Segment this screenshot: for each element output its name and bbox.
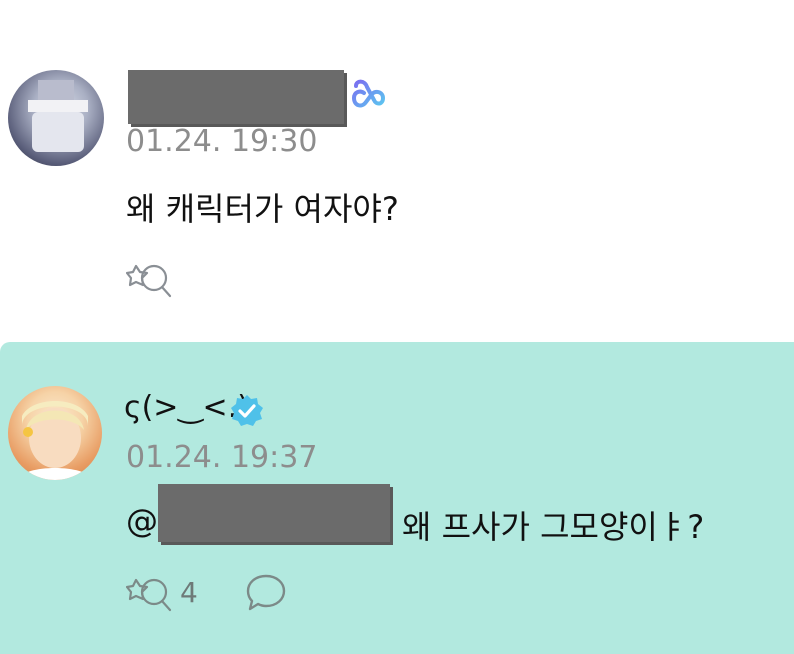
avatar-image [28, 80, 88, 152]
redacted-username [128, 70, 344, 124]
redacted-mention [158, 484, 390, 542]
weverse-heart-icon [351, 79, 386, 108]
mention-prefix: @ [126, 502, 158, 540]
reaction-star-icon[interactable] [126, 572, 174, 612]
avatar[interactable] [8, 70, 104, 166]
timestamp: 01.24. 19:37 [126, 440, 318, 475]
verified-check-icon [231, 395, 263, 426]
comment-item: 01.24. 19:30 왜 캐릭터가 여자야? [0, 0, 794, 342]
reaction-star-icon[interactable] [126, 258, 174, 298]
avatar-image [18, 401, 92, 480]
comment-text: 왜 캐릭터가 여자야? [126, 190, 399, 228]
comment-text: 왜 프사가 그모양이ㅑ? [402, 508, 705, 546]
reply-bubble-icon[interactable] [244, 572, 288, 612]
avatar[interactable] [8, 386, 102, 480]
comment-item-highlighted: ς(>‿<.) 01.24. 19:37 @ 왜 프사가 그모양이ㅑ? 4 [0, 342, 794, 654]
timestamp: 01.24. 19:30 [126, 124, 318, 159]
reaction-count: 4 [180, 576, 198, 609]
